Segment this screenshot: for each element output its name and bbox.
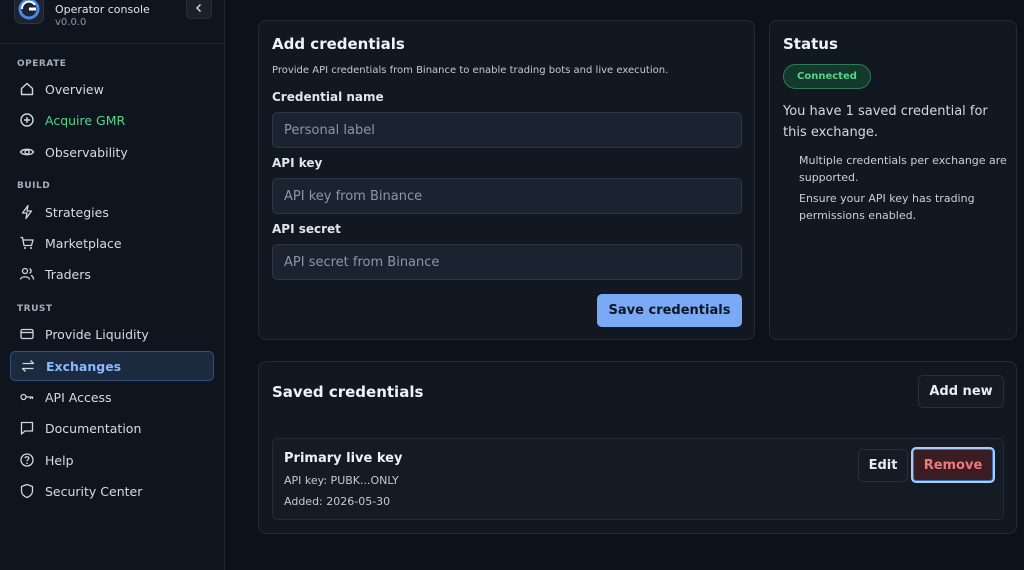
sidebar-item-provide-liquidity[interactable]: Provide Liquidity xyxy=(10,319,214,349)
sidebar-item-label: Provide Liquidity xyxy=(45,326,149,342)
sidebar-item-label: API Access xyxy=(45,389,112,405)
sidebar-item-traders[interactable]: Traders xyxy=(10,259,214,289)
status-note: Multiple credentials per exchange are su… xyxy=(799,154,1007,184)
cart-icon xyxy=(17,233,37,253)
sidebar-item-documentation[interactable]: Documentation xyxy=(10,413,214,443)
section-label-build: BUILD xyxy=(17,181,51,191)
credential-name-label: Credential name xyxy=(272,90,384,104)
saved-credentials-card: Saved credentials Add new Primary live k… xyxy=(258,361,1017,534)
status-title: Status xyxy=(783,35,838,53)
status-card: Status Connected You have 1 saved creden… xyxy=(769,20,1017,340)
key-icon xyxy=(17,387,37,407)
edit-credential-button[interactable]: Edit xyxy=(858,449,908,482)
sidebar-item-label: Marketplace xyxy=(45,235,122,251)
bolt-icon xyxy=(17,202,37,222)
add-credentials-title: Add credentials xyxy=(272,35,405,53)
sidebar: Operator console v0.0.0 OPERATE Overview… xyxy=(0,0,225,570)
sidebar-item-security-center[interactable]: Security Center xyxy=(10,476,214,506)
brand: Operator console v0.0.0 xyxy=(0,0,224,44)
sidebar-item-label: Strategies xyxy=(45,204,109,220)
add-new-button[interactable]: Add new xyxy=(918,375,1004,408)
api-secret-label: API secret xyxy=(272,222,341,236)
sidebar-item-marketplace[interactable]: Marketplace xyxy=(10,228,214,258)
chat-icon xyxy=(17,418,37,438)
sidebar-item-label: Help xyxy=(45,452,74,468)
remove-credential-button[interactable]: Remove xyxy=(911,447,995,483)
credential-name: Primary live key xyxy=(284,451,403,466)
shield-icon xyxy=(17,481,37,501)
status-note: Ensure your API key has trading permissi… xyxy=(799,192,975,222)
sidebar-item-exchanges[interactable]: Exchanges xyxy=(10,351,214,381)
status-summary: You have 1 saved credential for this exc… xyxy=(783,104,988,140)
sidebar-item-help[interactable]: Help xyxy=(10,445,214,475)
api-key-input[interactable] xyxy=(272,178,742,214)
sidebar-item-label: Security Center xyxy=(45,483,143,499)
app-name: Operator console xyxy=(55,3,150,16)
sidebar-item-label: Observability xyxy=(45,144,128,160)
add-credentials-card: Add credentials Provide API credentials … xyxy=(258,20,755,340)
credential-name-input[interactable] xyxy=(272,112,742,148)
chevron-left-icon xyxy=(195,3,202,12)
api-key-label: API key xyxy=(272,156,323,170)
list-item: Primary live key API key: PUBK...ONLY Ad… xyxy=(272,438,1004,520)
app-version: v0.0.0 xyxy=(55,17,87,28)
sidebar-item-label: Exchanges xyxy=(46,358,122,374)
sidebar-item-acquire-gmr[interactable]: Acquire GMR xyxy=(10,105,214,135)
credential-added-date: Added: 2026-05-30 xyxy=(284,495,391,508)
save-credentials-button[interactable]: Save credentials xyxy=(597,294,742,327)
help-icon xyxy=(17,450,37,470)
sidebar-item-label: Acquire GMR xyxy=(45,112,126,128)
swap-icon xyxy=(18,356,38,376)
eye-icon xyxy=(17,142,37,162)
sidebar-item-observability[interactable]: Observability xyxy=(10,137,214,167)
credential-api-key: API key: PUBK...ONLY xyxy=(284,474,399,487)
collapse-sidebar-button[interactable] xyxy=(186,0,212,19)
sidebar-item-strategies[interactable]: Strategies xyxy=(10,197,214,227)
saved-credentials-title: Saved credentials xyxy=(272,383,424,401)
sidebar-item-label: Traders xyxy=(45,266,91,282)
api-secret-input[interactable] xyxy=(272,244,742,280)
add-credentials-description: Provide API credentials from Binance to … xyxy=(272,65,669,76)
home-icon xyxy=(17,79,37,99)
plus-circle-icon xyxy=(17,110,37,130)
section-label-operate: OPERATE xyxy=(17,59,67,69)
status-badge: Connected xyxy=(783,64,871,89)
card-icon xyxy=(17,324,37,344)
app-logo xyxy=(14,0,44,24)
sidebar-item-label: Overview xyxy=(45,81,104,97)
sidebar-item-overview[interactable]: Overview xyxy=(10,74,214,104)
section-label-trust: TRUST xyxy=(17,304,53,314)
users-icon xyxy=(17,264,37,284)
sidebar-item-label: Documentation xyxy=(45,420,142,436)
sidebar-item-api-access[interactable]: API Access xyxy=(10,382,214,412)
